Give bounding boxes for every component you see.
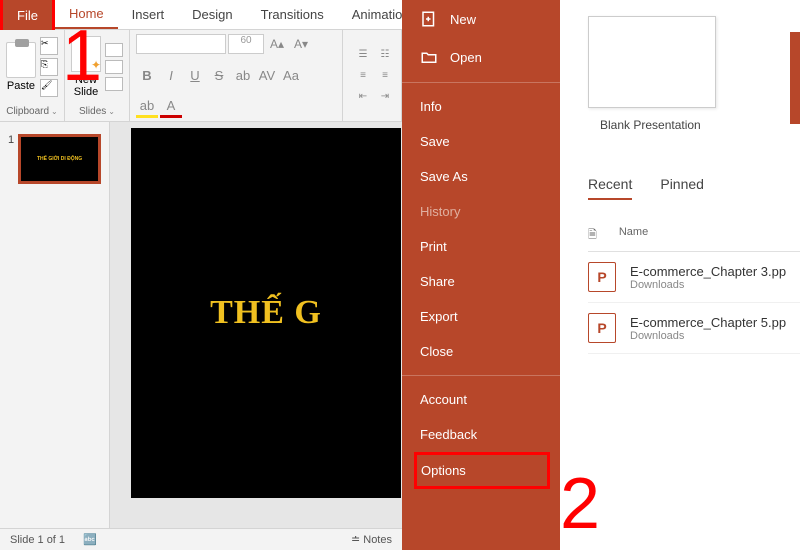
- powerpoint-file-icon: P: [588, 262, 616, 292]
- align-left-button[interactable]: ≡: [353, 67, 373, 85]
- thumbnail-text: THẾ GIỚI DI ĐỘNG: [37, 156, 82, 162]
- main-window: File Home Insert Design Transitions Anim…: [0, 0, 402, 550]
- file-name-header: Name: [619, 226, 648, 245]
- bullets-button[interactable]: ☰: [353, 46, 373, 64]
- ribbon-group-font: 60 A▴ A▾ B I U S ab AV Aa ab A F: [130, 30, 343, 121]
- new-slide-label: New Slide: [74, 74, 98, 98]
- layout-button[interactable]: [105, 43, 123, 57]
- nav-open[interactable]: Open: [402, 38, 560, 76]
- nav-export[interactable]: Export: [402, 299, 560, 334]
- backstage-content: Blank Presentation Recent Pinned 🗎 Name …: [560, 0, 800, 550]
- ribbon-tabs: File Home Insert Design Transitions Anim…: [0, 0, 402, 30]
- paste-label: Paste: [7, 80, 35, 92]
- nav-open-label: Open: [450, 50, 482, 65]
- file-name: E-commerce_Chapter 3.pp: [630, 264, 786, 279]
- recent-tab-pinned[interactable]: Pinned: [660, 176, 704, 200]
- case-button[interactable]: Aa: [280, 64, 302, 86]
- tab-insert[interactable]: Insert: [118, 0, 179, 29]
- folder-open-icon: [420, 48, 438, 66]
- spellcheck-icon[interactable]: 🔤: [83, 533, 97, 546]
- recent-tab-recent[interactable]: Recent: [588, 176, 632, 200]
- plus-doc-icon: [420, 10, 438, 28]
- thumbnail-number: 1: [8, 134, 14, 184]
- ribbon: Paste ✂ ⎘ 🖌 Clipboard New Slide: [0, 30, 402, 122]
- file-name: E-commerce_Chapter 5.pp: [630, 315, 786, 330]
- backstage-view: New Open Info Save Save As History Print…: [402, 0, 800, 550]
- nav-history: History: [402, 194, 560, 229]
- indent-right-button[interactable]: ⇥: [375, 88, 395, 106]
- workspace: 1 THẾ GIỚI DI ĐỘNG THẾ G: [0, 122, 402, 528]
- shadow-button[interactable]: ab: [232, 64, 254, 86]
- nav-options[interactable]: Options: [414, 452, 550, 489]
- copy-button[interactable]: ⎘: [40, 58, 58, 76]
- nav-share[interactable]: Share: [402, 264, 560, 299]
- file-icon-header: 🗎: [588, 226, 597, 245]
- indent-left-button[interactable]: ⇤: [353, 88, 373, 106]
- slide-thumbnail[interactable]: THẾ GIỚI DI ĐỘNG: [18, 134, 101, 184]
- new-slide-icon: [71, 36, 101, 72]
- increase-font-button[interactable]: A▴: [266, 34, 288, 54]
- nav-save[interactable]: Save: [402, 124, 560, 159]
- decrease-font-button[interactable]: A▾: [290, 34, 312, 54]
- spacing-button[interactable]: AV: [256, 64, 278, 86]
- blank-presentation-template[interactable]: [588, 16, 716, 108]
- file-row[interactable]: P E-commerce_Chapter 3.pp Downloads: [588, 252, 800, 303]
- slide[interactable]: THẾ G: [131, 128, 401, 498]
- nav-print[interactable]: Print: [402, 229, 560, 264]
- nav-new[interactable]: New: [402, 0, 560, 38]
- slide-canvas[interactable]: THẾ G: [110, 122, 402, 528]
- tab-design[interactable]: Design: [178, 0, 246, 29]
- file-location: Downloads: [630, 330, 786, 342]
- section-button[interactable]: [105, 77, 123, 91]
- powerpoint-file-icon: P: [588, 313, 616, 343]
- tab-file[interactable]: File: [0, 0, 55, 30]
- nav-close[interactable]: Close: [402, 334, 560, 369]
- tab-home[interactable]: Home: [55, 0, 118, 29]
- cut-button[interactable]: ✂: [40, 37, 58, 55]
- nav-account[interactable]: Account: [402, 382, 560, 417]
- font-size-select[interactable]: 60: [228, 34, 264, 54]
- file-list-header: 🗎 Name: [588, 220, 800, 252]
- backstage-nav: New Open Info Save Save As History Print…: [402, 0, 560, 550]
- highlight-button[interactable]: ab: [136, 96, 158, 118]
- template-preview-edge: [790, 32, 800, 124]
- nav-new-label: New: [450, 12, 476, 27]
- status-bar: Slide 1 of 1 🔤 ≐ Notes: [0, 528, 402, 550]
- clipboard-icon: [6, 42, 36, 78]
- slide-count: Slide 1 of 1: [10, 534, 65, 546]
- italic-button[interactable]: I: [160, 64, 182, 86]
- ribbon-group-clipboard: Paste ✂ ⎘ 🖌 Clipboard: [0, 30, 65, 121]
- underline-button[interactable]: U: [184, 64, 206, 86]
- font-family-select[interactable]: [136, 34, 226, 54]
- notes-button[interactable]: ≐ Notes: [351, 533, 392, 546]
- thumbnails-pane: 1 THẾ GIỚI DI ĐỘNG: [0, 122, 110, 528]
- reset-button[interactable]: [105, 60, 123, 74]
- bold-button[interactable]: B: [136, 64, 158, 86]
- divider: [402, 375, 560, 376]
- slides-group-label: Slides: [65, 104, 129, 121]
- slide-title-text: THẾ G: [210, 294, 322, 332]
- format-painter-button[interactable]: 🖌: [40, 79, 58, 97]
- new-slide-button[interactable]: New Slide: [71, 36, 101, 98]
- file-row[interactable]: P E-commerce_Chapter 5.pp Downloads: [588, 303, 800, 354]
- strikethrough-button[interactable]: S: [208, 64, 230, 86]
- align-center-button[interactable]: ≡: [375, 67, 395, 85]
- font-color-button[interactable]: A: [160, 96, 182, 118]
- numbering-button[interactable]: ☷: [375, 46, 395, 64]
- clipboard-group-label: Clipboard: [0, 104, 64, 121]
- recent-tabs: Recent Pinned: [588, 176, 800, 200]
- tab-transitions[interactable]: Transitions: [247, 0, 338, 29]
- blank-presentation-label: Blank Presentation: [588, 118, 800, 132]
- recent-files-list: 🗎 Name P E-commerce_Chapter 3.pp Downloa…: [588, 220, 800, 354]
- ribbon-group-slides: New Slide Slides: [65, 30, 130, 121]
- paste-button[interactable]: Paste: [6, 42, 36, 92]
- nav-info[interactable]: Info: [402, 89, 560, 124]
- nav-save-as[interactable]: Save As: [402, 159, 560, 194]
- ribbon-group-paragraph: ☰ ☷ ≡ ≡ ⇤ ⇥: [343, 30, 402, 121]
- file-location: Downloads: [630, 279, 786, 291]
- divider: [402, 82, 560, 83]
- nav-feedback[interactable]: Feedback: [402, 417, 560, 452]
